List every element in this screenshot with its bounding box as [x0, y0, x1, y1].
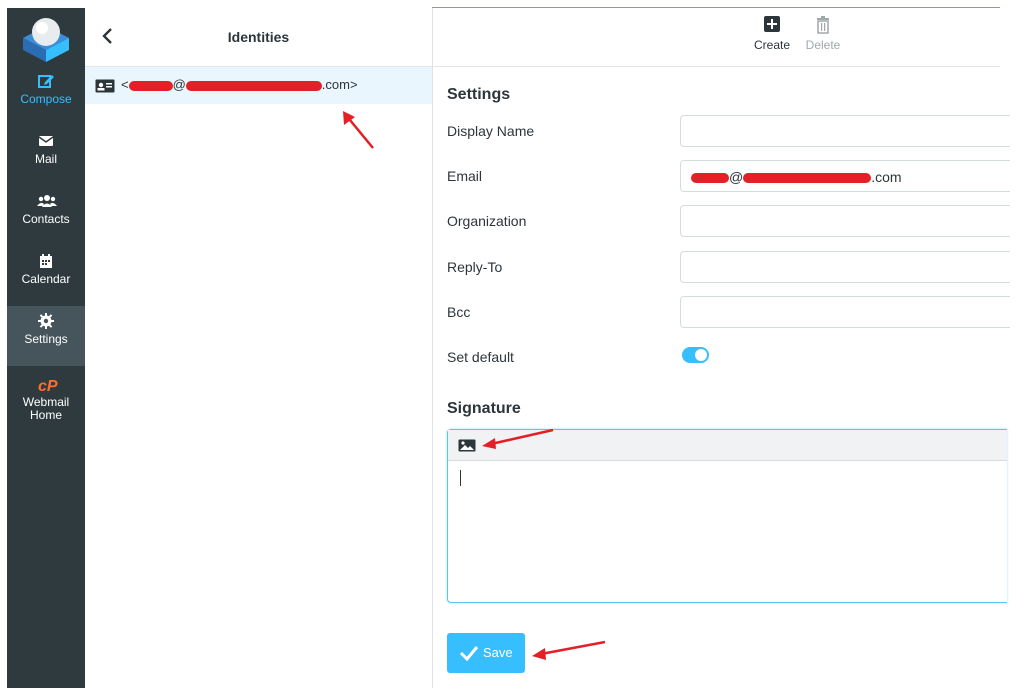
reply-to-label: Reply-To — [447, 259, 503, 275]
sidebar-item-webmail-home[interactable]: cP Webmail Home — [7, 376, 85, 434]
signature-editor[interactable] — [447, 429, 1007, 603]
redaction-mark — [691, 173, 729, 184]
sidebar: Compose Mail Contacts Calendar Settings — [7, 8, 85, 688]
envelope-icon — [37, 132, 55, 150]
identities-header: Identities — [85, 8, 432, 67]
organization-label: Organization — [447, 213, 527, 229]
app-window: Compose Mail Contacts Calendar Settings — [0, 0, 1024, 697]
sidebar-item-mail[interactable]: Mail — [7, 132, 85, 190]
settings-section-title: Settings — [447, 86, 511, 103]
set-default-label: Set default — [447, 349, 514, 365]
sidebar-item-label: Contacts — [22, 212, 70, 226]
sidebar-item-label: Compose — [20, 92, 72, 106]
organization-input[interactable] — [680, 205, 1010, 237]
sidebar-item-label: Calendar — [21, 272, 71, 286]
users-icon — [37, 192, 57, 210]
save-button[interactable]: Save — [447, 633, 525, 673]
text-cursor — [460, 470, 461, 486]
sidebar-item-compose[interactable]: Compose — [7, 72, 85, 130]
create-button[interactable]: Create — [747, 16, 797, 52]
compose-icon — [37, 72, 55, 90]
email-input[interactable]: @ .com — [680, 160, 1010, 192]
svg-text:cP: cP — [38, 378, 58, 394]
reply-to-input[interactable] — [680, 251, 1010, 283]
email-label: Email — [447, 168, 483, 184]
calendar-icon — [37, 252, 55, 270]
bcc-label: Bcc — [447, 304, 471, 320]
display-name-input[interactable] — [680, 115, 1010, 147]
checkmark-icon — [459, 645, 479, 662]
plus-square-icon — [764, 16, 780, 34]
identity-address: < @ .com> — [121, 77, 358, 92]
sidebar-item-label: Mail — [34, 152, 57, 166]
insert-image-icon[interactable] — [458, 439, 476, 452]
trash-icon — [815, 16, 831, 34]
sidebar-item-settings[interactable]: Settings — [7, 306, 85, 366]
identities-panel: Identities < @ .com> — [85, 8, 433, 688]
signature-section-title: Signature — [447, 400, 521, 417]
redaction-mark — [743, 173, 872, 184]
display-name-label: Display Name — [447, 123, 535, 139]
cpanel-logo-icon: cP — [37, 376, 58, 395]
gear-icon — [37, 312, 55, 330]
sidebar-item-contacts[interactable]: Contacts — [7, 192, 85, 250]
sidebar-item-calendar[interactable]: Calendar — [7, 252, 85, 310]
bcc-input[interactable] — [680, 296, 1010, 328]
id-card-icon — [95, 79, 115, 93]
roundcube-logo-icon[interactable] — [19, 12, 73, 64]
toggle-knob — [695, 349, 707, 361]
identity-list-item[interactable]: < @ .com> — [85, 67, 432, 104]
toolbar: Create Delete — [433, 8, 1000, 67]
set-default-toggle[interactable] — [682, 347, 709, 363]
delete-button[interactable]: Delete — [798, 16, 848, 52]
identities-title: Identities — [227, 29, 290, 45]
annotation-arrow — [482, 428, 554, 449]
sidebar-item-label: Settings — [24, 332, 68, 346]
redaction-mark — [128, 80, 173, 91]
annotation-arrow — [532, 640, 606, 660]
sidebar-item-label: Webmail Home — [22, 395, 70, 422]
annotation-arrow — [343, 111, 374, 149]
identity-settings-panel: Create Delete Settings Display Name Emai… — [433, 8, 1010, 688]
redaction-mark — [185, 80, 322, 91]
